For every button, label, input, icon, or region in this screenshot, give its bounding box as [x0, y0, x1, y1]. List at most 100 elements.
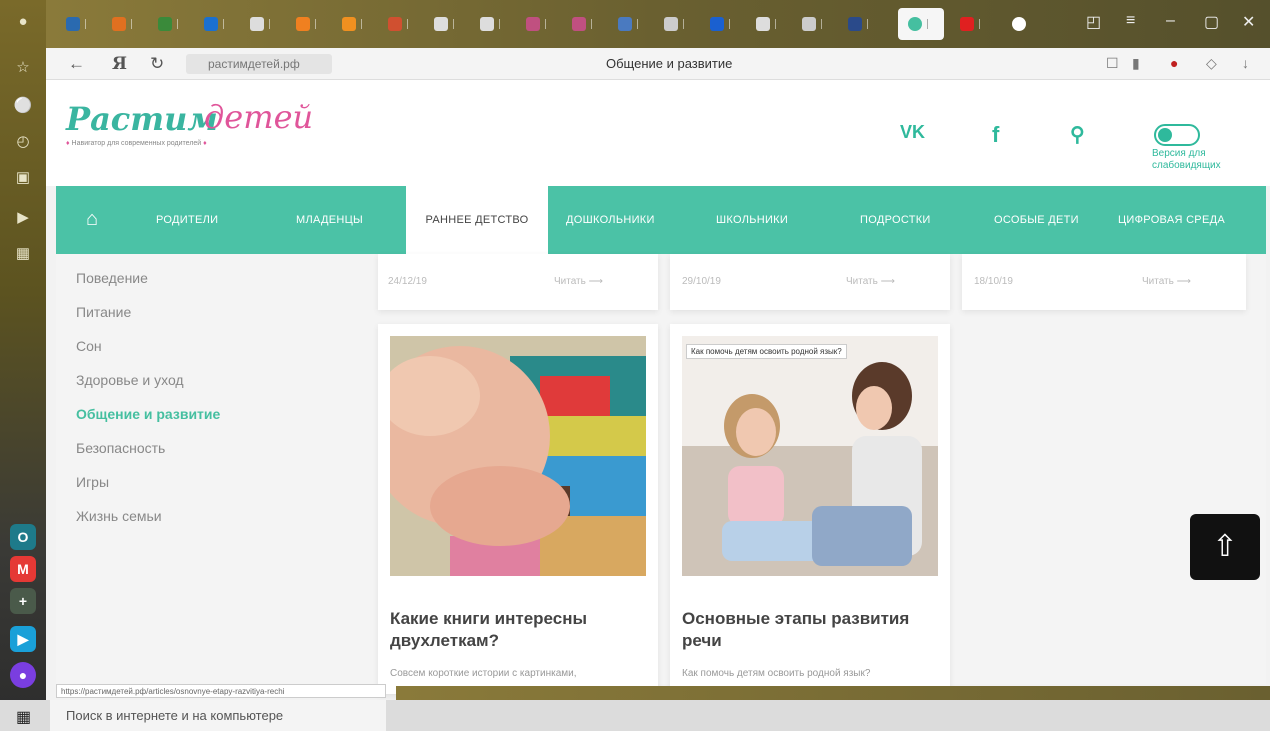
card-date: 29/10/19: [682, 276, 721, 287]
star-icon[interactable]: ☆: [13, 58, 33, 78]
menu-communication[interactable]: Общение и развитие: [76, 404, 220, 438]
menu-family-life[interactable]: Жизнь семьи: [76, 506, 220, 540]
facebook-icon[interactable]: f: [992, 122, 999, 148]
logo-script[interactable]: детей: [204, 98, 313, 136]
close-icon[interactable]: ✕: [1242, 12, 1255, 32]
card-excerpt: Совсем короткие истории с картинками,: [390, 668, 577, 679]
menu-games[interactable]: Игры: [76, 472, 220, 506]
new-tab-button[interactable]: [1002, 8, 1032, 40]
nav-preschoolers[interactable]: ДОШКОЛЬНИКИ: [566, 186, 655, 254]
app-icon-1[interactable]: O: [10, 524, 36, 550]
search-icon[interactable]: ⚲: [1070, 122, 1085, 147]
extension-icon[interactable]: ●: [1170, 55, 1178, 71]
tab-4[interactable]: [194, 8, 236, 40]
impaired-version-toggle[interactable]: [1154, 124, 1200, 146]
video-app-icon[interactable]: ▶: [10, 626, 36, 652]
nav-infants[interactable]: МЛАДЕНЦЫ: [296, 186, 363, 254]
notes-icon[interactable]: ▣: [13, 168, 33, 188]
browser-sidebar: ● ☆ ⚪ ◴ ▣ ▶ ▦ O M + ▶ ●: [0, 0, 46, 731]
tab-8[interactable]: [378, 8, 420, 40]
maximize-icon[interactable]: ▢: [1204, 12, 1219, 32]
add-icon[interactable]: +: [10, 588, 36, 614]
tab-5[interactable]: [240, 8, 282, 40]
address-bar: ← Я ↻ растимдетей.рф Общение и развитие …: [46, 48, 1270, 80]
scroll-up-button[interactable]: ⇧: [1190, 514, 1260, 580]
site-header: Растим детей ♦ Навигатор для современных…: [46, 80, 1270, 186]
play-icon[interactable]: ▶: [13, 208, 33, 228]
pin-icon[interactable]: ◰: [1086, 12, 1101, 32]
nav-teenagers[interactable]: ПОДРОСТКИ: [860, 186, 931, 254]
card-date: 24/12/19: [388, 276, 427, 287]
tab-14[interactable]: [654, 8, 696, 40]
lock-icon[interactable]: ☐: [1106, 55, 1119, 72]
url-text: растимдетей.рф: [208, 57, 300, 71]
menu-safety[interactable]: Безопасность: [76, 438, 220, 472]
card-title[interactable]: Какие книги интересны двухлеткам?: [390, 608, 646, 652]
alice-icon[interactable]: ●: [10, 662, 36, 688]
tab-11[interactable]: [516, 8, 558, 40]
tab-strip: ◰ ≡ – ▢ ✕: [46, 0, 1270, 48]
nav-early-childhood[interactable]: РАННЕЕ ДЕТСТВО: [406, 186, 548, 254]
tab-1[interactable]: [56, 8, 98, 40]
nav-parents[interactable]: РОДИТЕЛИ: [156, 186, 218, 254]
calendar-icon[interactable]: ▦: [13, 244, 33, 264]
yandex-icon[interactable]: Я: [112, 54, 127, 74]
card-title[interactable]: Основные этапы развития речи: [682, 608, 938, 652]
page-title: Общение и развитие: [606, 56, 733, 71]
tab-6[interactable]: [286, 8, 328, 40]
article-card[interactable]: 24/12/19 Читать ⟶: [378, 254, 658, 310]
tab-15[interactable]: [700, 8, 742, 40]
menu-health[interactable]: Здоровье и уход: [76, 370, 220, 404]
windows-start-icon[interactable]: ▦: [16, 707, 31, 727]
read-link[interactable]: Читать ⟶: [1142, 276, 1191, 287]
bell-icon[interactable]: ⚪: [13, 96, 33, 116]
tab-youtube[interactable]: [950, 8, 992, 40]
read-link[interactable]: Читать ⟶: [554, 276, 603, 287]
mail-icon[interactable]: M: [10, 556, 36, 582]
extension-2-icon[interactable]: ◇: [1206, 55, 1217, 72]
tab-10[interactable]: [470, 8, 512, 40]
reload-icon[interactable]: ↻: [150, 54, 164, 74]
menu-behavior[interactable]: Поведение: [76, 268, 220, 302]
tab-7[interactable]: [332, 8, 374, 40]
taskbar: ▦ Поиск в интернете и на компьютере: [0, 700, 1270, 731]
tab-2[interactable]: [102, 8, 144, 40]
nav-digital-environment[interactable]: ЦИФРОВАЯ СРЕДА: [1118, 186, 1225, 254]
download-icon[interactable]: ↓: [1242, 55, 1249, 71]
tab-3[interactable]: [148, 8, 190, 40]
tab-9[interactable]: [424, 8, 466, 40]
minimize-icon[interactable]: –: [1166, 12, 1175, 30]
card-excerpt: Как помочь детям освоить родной язык?: [682, 668, 871, 679]
tab-13[interactable]: [608, 8, 650, 40]
tab-16[interactable]: [746, 8, 788, 40]
image-caption: Как помочь детям освоить родной язык?: [686, 344, 847, 359]
article-card[interactable]: 29/10/19 Читать ⟶: [670, 254, 950, 310]
clock-icon[interactable]: ◴: [13, 132, 33, 152]
menu-nutrition[interactable]: Питание: [76, 302, 220, 336]
nav-schoolchildren[interactable]: ШКОЛЬНИКИ: [716, 186, 788, 254]
tagline: ♦ Навигатор для современных родителей ♦: [66, 140, 207, 147]
taskbar-search-input[interactable]: Поиск в интернете и на компьютере: [50, 700, 386, 731]
tab-18[interactable]: [838, 8, 880, 40]
article-image-mother-child[interactable]: Как помочь детям освоить родной язык?: [682, 336, 938, 576]
impaired-version-label[interactable]: Версия для слабовидящих: [1152, 148, 1262, 172]
vk-icon[interactable]: VK: [900, 122, 925, 143]
tab-active[interactable]: [898, 8, 944, 40]
read-link[interactable]: Читать ⟶: [846, 276, 895, 287]
tab-12[interactable]: [562, 8, 604, 40]
tab-17[interactable]: [792, 8, 834, 40]
home-icon[interactable]: ⌂: [86, 208, 98, 231]
back-icon[interactable]: ←: [68, 54, 85, 74]
menu-sleep[interactable]: Сон: [76, 336, 220, 370]
article-image-toys[interactable]: [390, 336, 646, 576]
bookmark-icon[interactable]: ▮: [1132, 55, 1140, 72]
url-field[interactable]: растимдетей.рф: [186, 54, 332, 74]
user-icon[interactable]: ●: [13, 12, 33, 32]
nav-special-children[interactable]: ОСОБЫЕ ДЕТИ: [994, 186, 1079, 254]
article-card-speech[interactable]: Как помочь детям освоить родной язык? Ос…: [670, 324, 950, 694]
article-card[interactable]: 18/10/19 Читать ⟶: [962, 254, 1246, 310]
article-card-books[interactable]: Какие книги интересны двухлеткам? Совсем…: [378, 324, 658, 694]
menu-icon[interactable]: ≡: [1126, 12, 1135, 30]
main-nav: ⌂ РОДИТЕЛИ МЛАДЕНЦЫ РАННЕЕ ДЕТСТВО ДОШКО…: [56, 186, 1266, 254]
logo-main[interactable]: Растим: [66, 100, 218, 138]
